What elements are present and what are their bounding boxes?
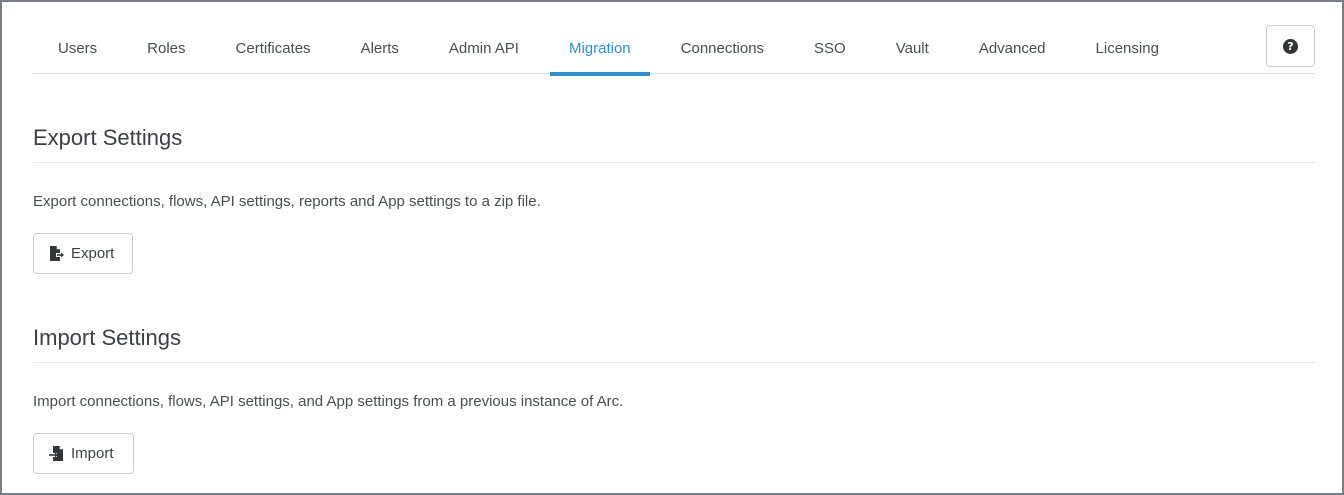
export-settings-description: Export connections, flows, API settings,… xyxy=(33,193,541,210)
tab-list: Users Roles Certificates Alerts Admin AP… xyxy=(33,25,1184,76)
import-button-label: Import xyxy=(71,445,114,462)
tab-roles[interactable]: Roles xyxy=(122,25,210,74)
file-import-icon xyxy=(49,445,63,461)
file-export-icon xyxy=(50,245,64,261)
import-settings-section: Import Settings Import connections, flow… xyxy=(33,320,1315,474)
app-window: Users Roles Certificates Alerts Admin AP… xyxy=(0,0,1344,495)
question-circle-icon: ? xyxy=(1283,38,1298,54)
import-settings-description: Import connections, flows, API settings,… xyxy=(33,393,624,410)
tab-alerts[interactable]: Alerts xyxy=(336,25,424,74)
import-button[interactable]: Import xyxy=(33,433,134,474)
tab-sso[interactable]: SSO xyxy=(789,25,871,74)
tab-licensing[interactable]: Licensing xyxy=(1071,25,1184,74)
tab-certificates[interactable]: Certificates xyxy=(211,25,336,74)
tab-migration[interactable]: Migration xyxy=(544,25,656,76)
tab-vault[interactable]: Vault xyxy=(871,25,954,74)
tab-users[interactable]: Users xyxy=(33,25,122,74)
tab-admin-api[interactable]: Admin API xyxy=(424,25,544,74)
import-settings-title: Import Settings xyxy=(33,320,1315,363)
help-button[interactable]: ? xyxy=(1266,25,1315,67)
export-settings-title: Export Settings xyxy=(33,120,1315,163)
settings-tab-bar: Users Roles Certificates Alerts Admin AP… xyxy=(33,25,1315,76)
export-settings-section: Export Settings Export connections, flow… xyxy=(33,120,1315,274)
export-button[interactable]: Export xyxy=(33,233,133,274)
tab-connections[interactable]: Connections xyxy=(656,25,789,74)
tab-advanced[interactable]: Advanced xyxy=(954,25,1071,74)
export-button-label: Export xyxy=(71,245,115,262)
